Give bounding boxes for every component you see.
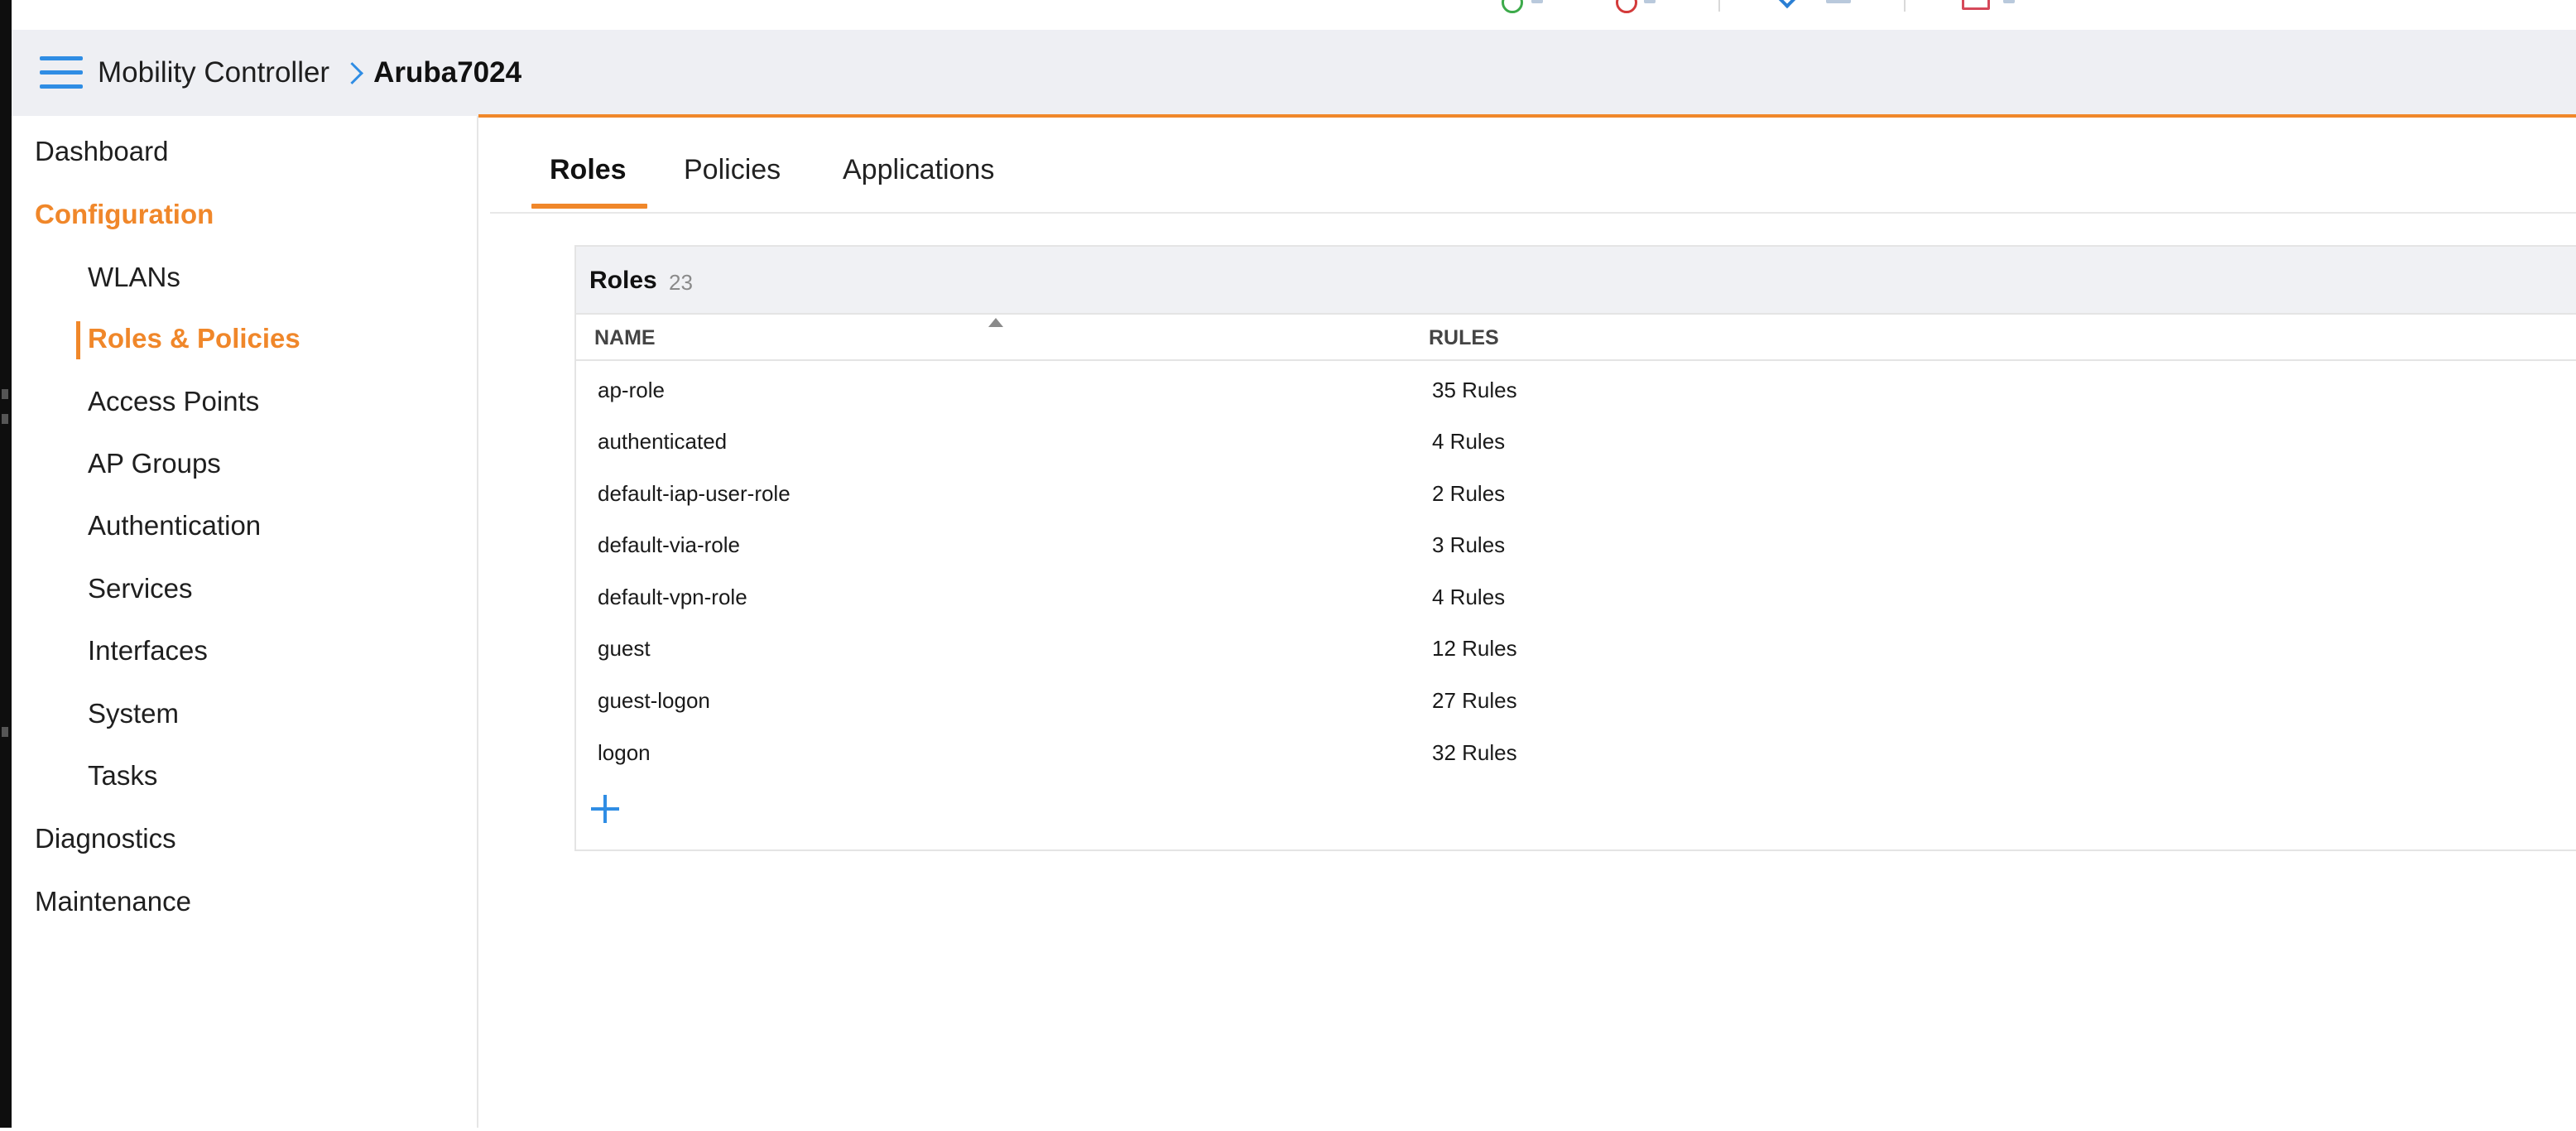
tab-policies[interactable]: Policies	[684, 154, 781, 186]
top-toolbar-strip	[12, 0, 2576, 30]
role-name: guest	[598, 636, 651, 661]
role-name: default-vpn-role	[598, 585, 747, 609]
table-row[interactable]: guest 12 Rules	[576, 623, 2576, 674]
tab-applications[interactable]: Applications	[843, 154, 994, 186]
sidebar-item-maintenance[interactable]: Maintenance	[35, 886, 191, 917]
table-row[interactable]: default-via-role 3 Rules	[576, 519, 2576, 570]
toolbar-divider	[1904, 0, 1906, 12]
table-row[interactable]: guest-logon 27 Rules	[576, 675, 2576, 726]
sidebar-item-interfaces[interactable]: Interfaces	[88, 635, 208, 667]
column-header-rules[interactable]: RULES	[1429, 321, 1499, 354]
sidebar-item-dashboard[interactable]: Dashboard	[35, 136, 168, 167]
sidebar-item-ap-groups[interactable]: AP Groups	[88, 448, 221, 479]
header-divider	[576, 359, 2576, 361]
edge-mark	[2, 389, 8, 399]
active-tab-indicator	[531, 204, 647, 209]
table-row[interactable]: logon 32 Rules	[576, 727, 2576, 778]
table-row[interactable]: authenticated 4 Rules	[576, 416, 2576, 467]
role-rules: 12 Rules	[1432, 636, 1517, 661]
breadcrumb-root[interactable]: Mobility Controller	[98, 56, 329, 89]
table-row[interactable]: ap-role 35 Rules	[576, 364, 2576, 416]
download-icon[interactable]	[1775, 0, 1800, 9]
status-ok-count-icon	[1531, 0, 1543, 3]
role-rules: 4 Rules	[1432, 585, 1506, 609]
sidebar-item-roles-policies[interactable]: Roles & Policies	[88, 323, 300, 354]
role-name: default-iap-user-role	[598, 481, 791, 506]
edge-mark	[2, 414, 8, 424]
calendar-label-icon	[2003, 0, 2015, 3]
edge-mark	[2, 727, 8, 737]
breadcrumb: Mobility Controller Aruba7024	[98, 55, 521, 91]
toolbar-divider	[1718, 0, 1720, 12]
role-name: logon	[598, 740, 651, 765]
sidebar-item-diagnostics[interactable]: Diagnostics	[35, 823, 176, 854]
role-name: ap-role	[598, 378, 665, 402]
role-rules: 4 Rules	[1432, 429, 1506, 454]
tab-roles[interactable]: Roles	[550, 154, 627, 186]
sort-ascending-icon	[988, 318, 1003, 327]
sidebar-item-wlans[interactable]: WLANs	[88, 262, 180, 293]
table-row[interactable]: default-iap-user-role 2 Rules	[576, 468, 2576, 519]
alert-icon[interactable]	[1616, 0, 1637, 13]
sidebar-item-tasks[interactable]: Tasks	[88, 760, 157, 792]
sidebar: Dashboard Configuration WLANs Roles & Po…	[12, 116, 478, 1128]
panel-header: Roles 23	[576, 247, 2576, 315]
alert-count-icon	[1644, 0, 1656, 3]
sidebar-item-authentication[interactable]: Authentication	[88, 510, 261, 541]
main-content: Roles Policies Applications Roles 23 NAM…	[478, 114, 2576, 1131]
sidebar-item-system[interactable]: System	[88, 698, 179, 729]
table-row[interactable]: default-vpn-role 4 Rules	[576, 571, 2576, 623]
window-edge	[0, 0, 12, 1128]
role-rules: 2 Rules	[1432, 481, 1506, 506]
role-rules: 27 Rules	[1432, 688, 1517, 713]
role-rules: 35 Rules	[1432, 378, 1517, 402]
column-header-name[interactable]: NAME	[594, 321, 656, 354]
chevron-right-icon	[341, 61, 364, 84]
role-name: authenticated	[598, 429, 728, 454]
add-role-icon[interactable]	[589, 793, 621, 825]
sidebar-item-configuration[interactable]: Configuration	[35, 199, 214, 230]
role-rules: 32 Rules	[1432, 740, 1517, 765]
sidebar-item-access-points[interactable]: Access Points	[88, 386, 259, 417]
sidebar-item-services[interactable]: Services	[88, 573, 193, 604]
panel-title: Roles	[589, 267, 657, 294]
role-name: default-via-role	[598, 532, 740, 557]
breadcrumb-current: Aruba7024	[373, 56, 522, 89]
role-rules: 3 Rules	[1432, 532, 1506, 557]
status-ok-icon[interactable]	[1502, 0, 1523, 13]
roles-count-badge: 23	[669, 270, 693, 295]
app-header: Mobility Controller Aruba7024	[12, 30, 2576, 117]
tab-bar: Roles Policies Applications	[490, 118, 2576, 214]
roles-panel: Roles 23 NAME RULES ap-role 35 Rules aut…	[574, 245, 2576, 851]
calendar-icon[interactable]	[1962, 0, 1990, 10]
role-name: guest-logon	[598, 688, 710, 713]
pending-changes-icon	[1826, 0, 1851, 3]
menu-icon[interactable]	[40, 56, 83, 89]
active-indicator	[76, 321, 80, 359]
